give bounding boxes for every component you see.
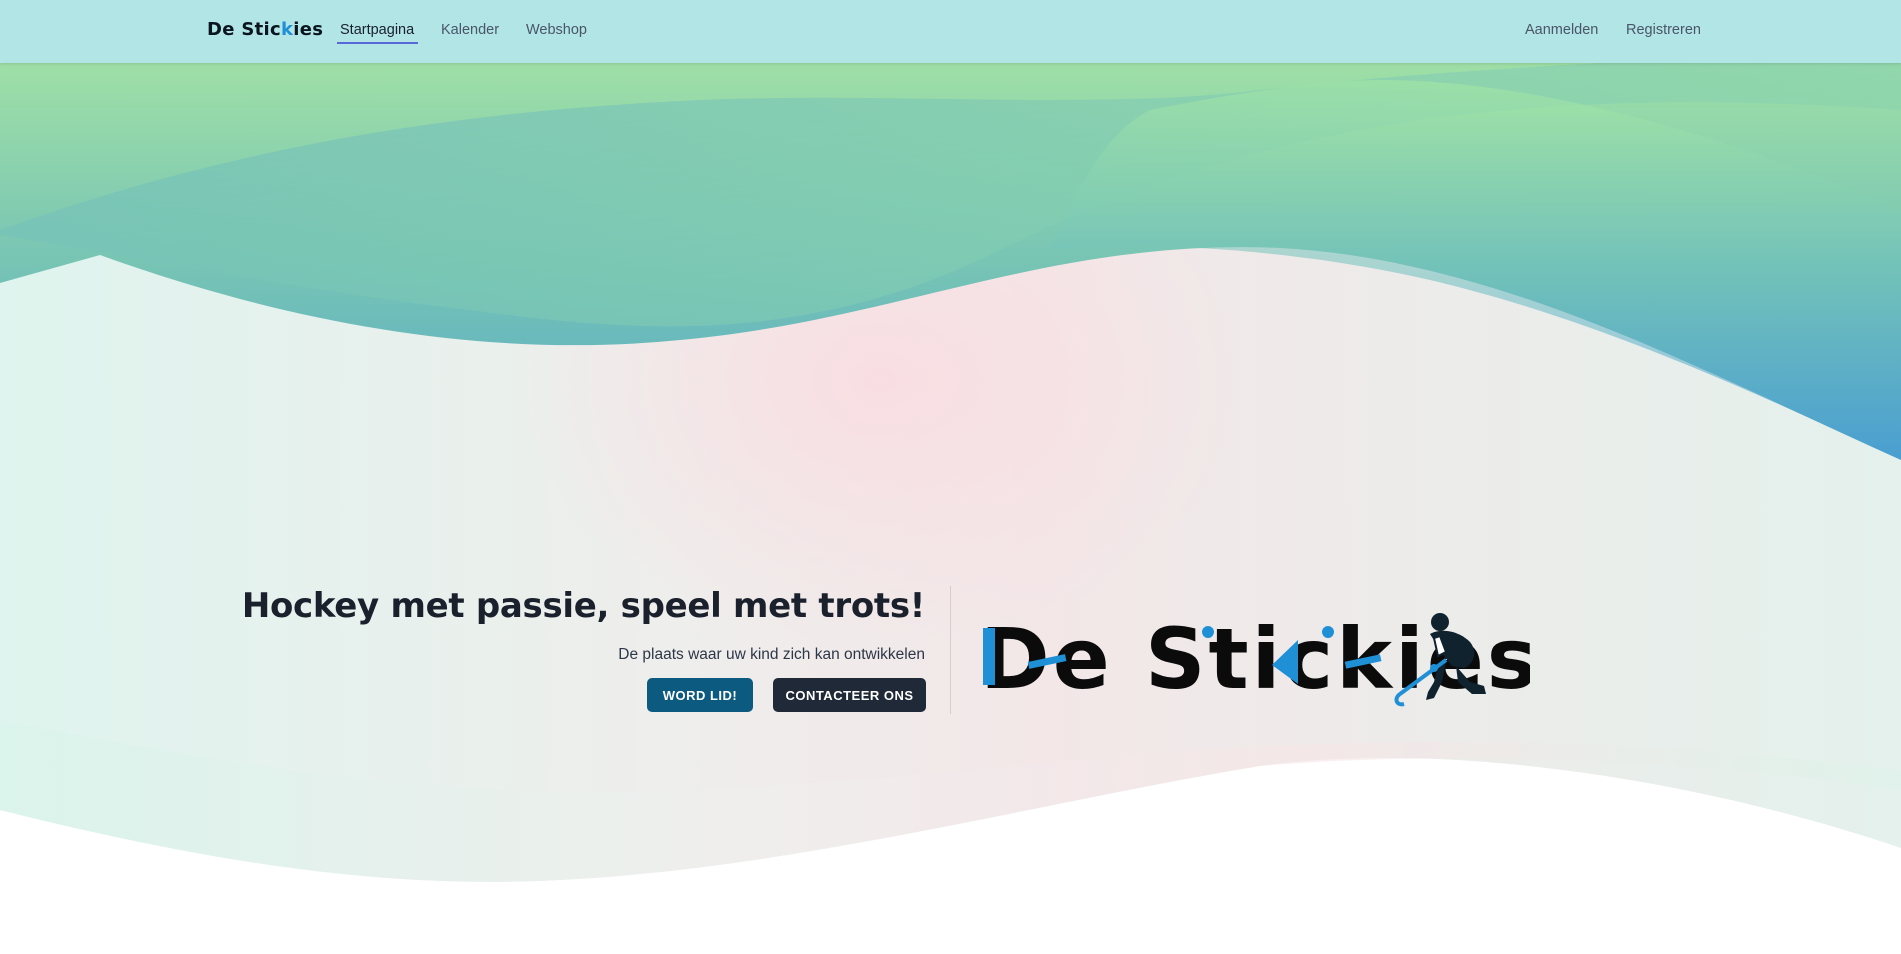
active-nav-indicator xyxy=(337,42,418,44)
brand-text-part1: De Stic xyxy=(207,19,281,40)
register-link[interactable]: Registreren xyxy=(1626,22,1701,38)
logo-dot-i2 xyxy=(1322,626,1334,638)
hero-subtitle: De plaats waar uw kind zich kan ontwikke… xyxy=(618,646,925,663)
login-link[interactable]: Aanmelden xyxy=(1525,22,1598,38)
hero-title: Hockey met passie, speel met trots! xyxy=(241,586,925,626)
brand-text-part3: ies xyxy=(293,19,324,40)
decorative-waves xyxy=(0,63,1901,954)
top-navbar: De Stickies Startpagina Kalender Webshop… xyxy=(0,0,1901,63)
brand-text-accent: k xyxy=(280,19,294,40)
brand-logo[interactable]: De Stickies xyxy=(207,19,323,40)
nav-link-startpagina[interactable]: Startpagina xyxy=(340,22,414,38)
club-logo: De Stickies xyxy=(980,610,1530,708)
logo-accent-d xyxy=(983,628,995,685)
contact-button[interactable]: CONTACTEER ONS xyxy=(773,678,926,712)
hero-divider xyxy=(950,586,951,714)
nav-link-kalender[interactable]: Kalender xyxy=(441,22,499,38)
nav-link-webshop[interactable]: Webshop xyxy=(526,22,587,38)
join-button[interactable]: WORD LID! xyxy=(647,678,753,712)
logo-dot-i1 xyxy=(1202,626,1214,638)
